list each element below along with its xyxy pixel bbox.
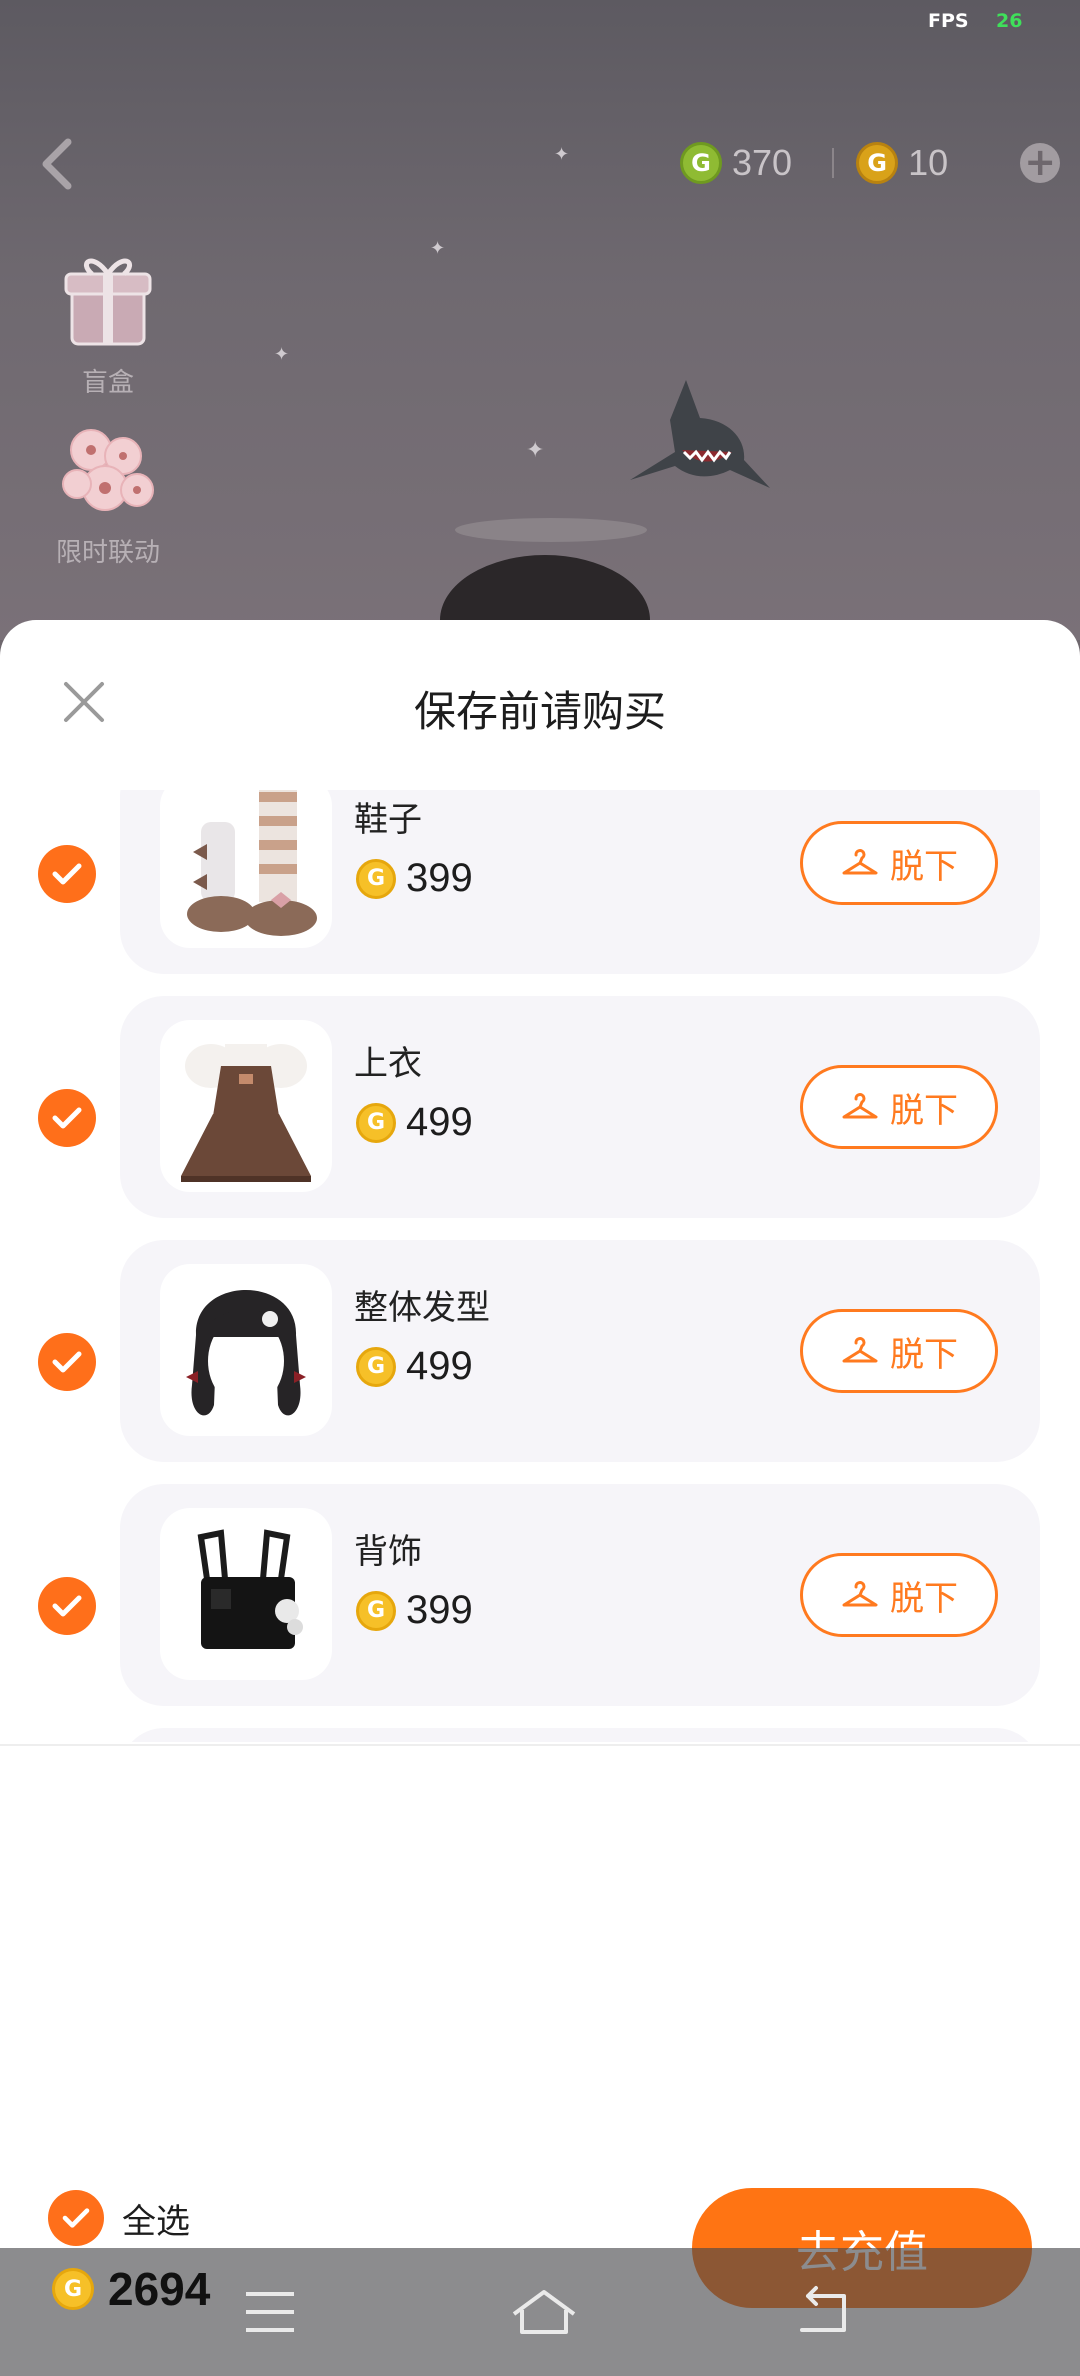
hanger-icon <box>842 849 878 875</box>
item-price: G 399 <box>356 1588 473 1633</box>
item-card: 整体发型 G 499 脱下 <box>120 1240 1040 1462</box>
back-icon[interactable] <box>792 2280 856 2344</box>
currency-bar: G 370 G 10 + <box>680 138 1061 188</box>
hover-platform <box>455 518 647 542</box>
total-price: G 2694 <box>52 2262 210 2316</box>
item-checkbox[interactable] <box>38 1089 96 1147</box>
green-coin-icon: G <box>680 142 722 184</box>
gold-coin-icon: G <box>856 142 899 184</box>
menu-icon[interactable] <box>238 2280 302 2344</box>
item-list[interactable]: 鞋子 G 399 脱下 上衣 G 499 脱下 整体发型 G 499 脱下 背饰… <box>0 790 1080 1742</box>
list-item: 上衣 G 499 脱下 <box>0 996 1080 1240</box>
side-item-limited-collab[interactable]: 限时联动 <box>46 420 170 569</box>
home-icon[interactable] <box>504 2280 576 2344</box>
hanger-icon <box>842 1093 878 1119</box>
gold-coin-icon: G <box>52 2268 94 2310</box>
hairstyle-thumbnail <box>160 1264 332 1436</box>
take-off-label: 脱下 <box>890 846 958 887</box>
item-price: G 499 <box>356 1344 473 1389</box>
side-item-blind-box[interactable]: 盲盒 <box>46 246 170 399</box>
back-arrow-icon[interactable] <box>38 136 78 192</box>
sheet-title: 保存前请购买 <box>413 687 666 736</box>
item-name: 整体发型 <box>354 1288 490 1328</box>
purchase-sheet: 保存前请购买 鞋子 G 399 脱下 上衣 G 499 脱下 整体发型 G 49… <box>0 620 1080 2376</box>
add-currency-button[interactable]: + <box>1020 143 1061 183</box>
select-all-checkbox[interactable] <box>48 2190 104 2246</box>
take-off-label: 脱下 <box>890 1578 958 1619</box>
footer-divider <box>0 1744 1080 1746</box>
shark-character-icon <box>630 380 770 488</box>
gold-coin-icon: G <box>356 1590 396 1631</box>
take-off-label: 脱下 <box>890 1334 958 1375</box>
backpack-thumbnail <box>160 1508 332 1680</box>
hanger-icon <box>842 1581 878 1607</box>
green-currency-value: 370 <box>732 142 793 183</box>
item-card: 鞋子 G 399 脱下 <box>120 790 1040 974</box>
sparkle-decoration: ✦ <box>554 144 570 165</box>
hanger-icon <box>842 1337 878 1363</box>
total-price-value: 2694 <box>108 2263 211 2315</box>
gold-coin-icon: G <box>356 1346 396 1387</box>
select-all-label: 全选 <box>122 2201 190 2242</box>
item-price-value: 499 <box>406 1100 473 1144</box>
side-item-label: 限时联动 <box>55 538 160 568</box>
sparkle-decoration: ✦ <box>274 344 290 365</box>
dress-thumbnail <box>160 1020 332 1192</box>
item-price-value: 399 <box>406 1588 473 1632</box>
list-item: 面饰 G 200 脱下 <box>0 1728 1080 1742</box>
item-name: 鞋子 <box>354 800 422 840</box>
list-item: 鞋子 G 399 脱下 <box>0 790 1080 996</box>
item-card: 背饰 G 399 脱下 <box>120 1484 1040 1706</box>
fps-label: FPS <box>928 10 969 32</box>
sparkle-decoration: ✦ <box>430 238 446 259</box>
item-checkbox[interactable] <box>38 1577 96 1635</box>
take-off-button[interactable]: 脱下 <box>800 1309 998 1393</box>
item-price: G 499 <box>356 1100 473 1145</box>
gold-coin-icon: G <box>356 858 396 899</box>
take-off-button[interactable]: 脱下 <box>800 821 998 905</box>
list-item: 整体发型 G 499 脱下 <box>0 1240 1080 1484</box>
checkmark-icon <box>52 1107 82 1129</box>
sparkle-decoration: ✦ <box>526 438 545 463</box>
item-checkbox[interactable] <box>38 845 96 903</box>
gold-currency-value: 10 <box>908 142 949 183</box>
item-price-value: 399 <box>406 856 473 900</box>
select-all-toggle[interactable]: 全选 <box>48 2190 190 2246</box>
item-card: 面饰 G 200 脱下 <box>120 1728 1040 1742</box>
item-price: G 399 <box>356 856 473 901</box>
take-off-button[interactable]: 脱下 <box>800 1065 998 1149</box>
item-checkbox[interactable] <box>38 1333 96 1391</box>
checkmark-icon <box>52 1351 82 1373</box>
checkmark-icon <box>52 863 82 885</box>
item-card: 上衣 G 499 脱下 <box>120 996 1040 1218</box>
checkmark-icon <box>52 1595 82 1617</box>
fps-value: 26 <box>996 10 1023 32</box>
item-name: 上衣 <box>354 1044 422 1084</box>
take-off-button[interactable]: 脱下 <box>800 1553 998 1637</box>
currency-divider <box>832 148 835 178</box>
checkmark-icon <box>62 2208 90 2228</box>
item-price-value: 499 <box>406 1344 473 1388</box>
gold-coin-icon: G <box>356 1102 396 1143</box>
list-item: 背饰 G 399 脱下 <box>0 1484 1080 1728</box>
side-item-label: 盲盒 <box>81 368 134 398</box>
take-off-label: 脱下 <box>890 1090 958 1131</box>
gift-box-icon <box>64 258 152 346</box>
item-name: 背饰 <box>354 1532 422 1572</box>
game-scene-background: FPS 26 G 370 G 10 + 盲盒 限时联动 ✦ ✦ ✦ ✦ <box>0 0 1080 685</box>
shoes-thumbnail <box>160 790 332 948</box>
sakura-flower-icon <box>62 429 154 511</box>
